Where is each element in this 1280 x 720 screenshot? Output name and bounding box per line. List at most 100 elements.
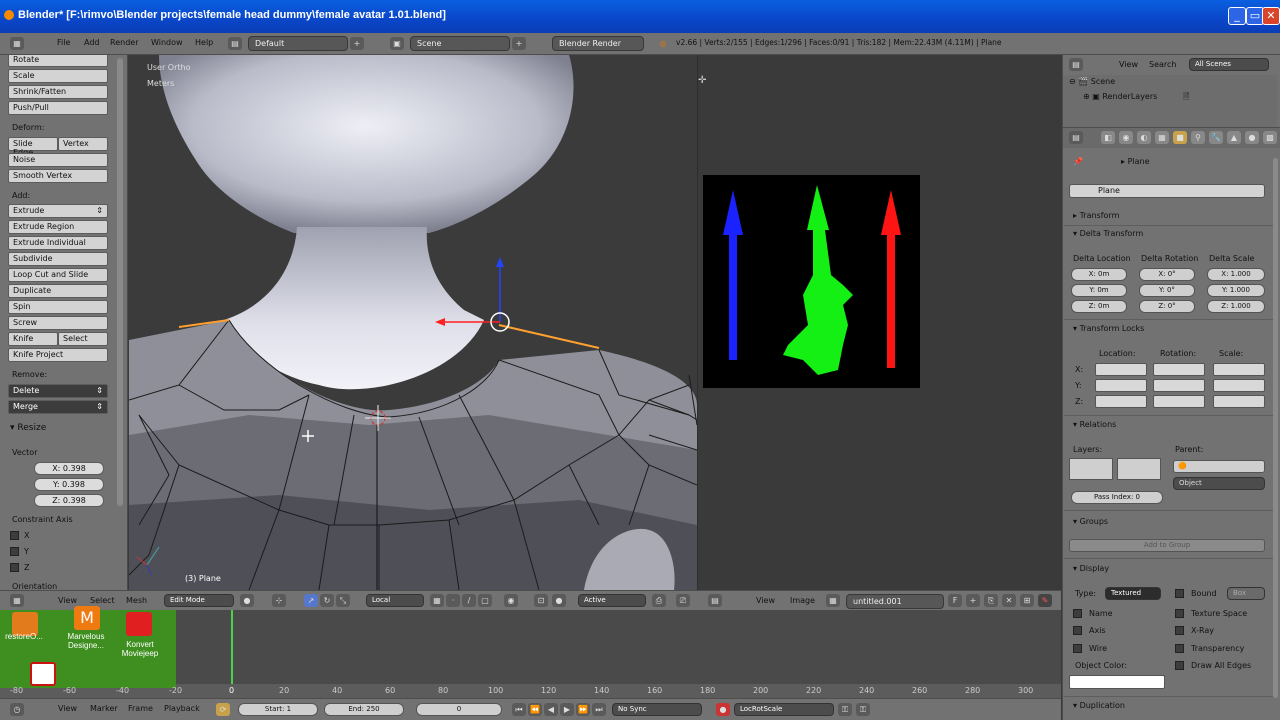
object-tab-icon[interactable]: ■ — [1173, 131, 1187, 144]
open-image-icon[interactable]: ⎘ — [984, 594, 998, 607]
display-type-dropdown[interactable]: Textured — [1105, 587, 1161, 600]
lock-rotation-z-toggle[interactable] — [1153, 395, 1205, 408]
scene-selector[interactable]: Scene — [410, 36, 510, 51]
scene-tree-item[interactable]: ⊖ 🎬 Scene — [1069, 77, 1115, 86]
pivot-icon[interactable]: ⊹ — [272, 594, 286, 607]
layout-icon[interactable]: ▤ — [228, 37, 242, 50]
xray-checkbox[interactable] — [1175, 626, 1184, 635]
delta-transform-panel-header[interactable]: ▾ Delta Transform — [1073, 229, 1143, 238]
lock-scale-y-toggle[interactable] — [1213, 379, 1265, 392]
menu-help[interactable]: Help — [195, 38, 213, 47]
parent-type-dropdown[interactable]: Object — [1173, 477, 1265, 490]
proportional-edit-icon[interactable]: ◉ — [504, 594, 518, 607]
constraints-tab-icon[interactable]: ⚲ — [1191, 131, 1205, 144]
image-view-menu[interactable]: View — [756, 596, 775, 605]
menu-window[interactable]: Window — [151, 38, 183, 47]
delta-location-y[interactable]: Y: 0m — [1071, 284, 1127, 297]
lock-location-z-toggle[interactable] — [1095, 395, 1147, 408]
layout-selector[interactable]: Default — [248, 36, 348, 51]
konvert-moviejeep-icon[interactable] — [126, 612, 152, 636]
timeline-marker-menu[interactable]: Marker — [90, 704, 118, 713]
timeline-playback-menu[interactable]: Playback — [164, 704, 200, 713]
extrude-region-button[interactable]: Extrude Region — [8, 220, 108, 234]
browse-image-icon[interactable]: ▦ — [826, 594, 840, 607]
area-split-icon[interactable]: ✛ — [698, 75, 706, 86]
image-menu[interactable]: Image — [790, 596, 815, 605]
vertex-select-icon[interactable]: · — [446, 594, 460, 607]
layer-grid-2[interactable] — [1117, 458, 1161, 480]
duplicate-button[interactable]: Duplicate — [8, 284, 108, 298]
render-engine-selector[interactable]: Blender Render — [552, 36, 644, 51]
lock-rotation-y-toggle[interactable] — [1153, 379, 1205, 392]
constraint-y-checkbox[interactable] — [10, 547, 19, 556]
face-select-icon[interactable]: ▢ — [478, 594, 492, 607]
loop-cut-button[interactable]: Loop Cut and Slide — [8, 268, 108, 282]
close-button[interactable]: ✕ — [1262, 7, 1280, 25]
modifiers-tab-icon[interactable]: 🔧 — [1209, 131, 1223, 144]
scene-tab-icon[interactable]: ◉ — [1119, 131, 1133, 144]
vector-x-field[interactable]: X: 0.398 — [34, 462, 104, 475]
outliner-search-menu[interactable]: Search — [1149, 60, 1176, 69]
delta-location-z[interactable]: Z: 0m — [1071, 300, 1127, 313]
layer-grid-1[interactable] — [1069, 458, 1113, 480]
add-layout-icon[interactable]: + — [350, 37, 364, 50]
constraint-x-checkbox[interactable] — [10, 531, 19, 540]
add-to-group-button[interactable]: Add to Group — [1069, 539, 1265, 552]
scale-button[interactable]: Scale — [8, 69, 108, 83]
layers-tab-icon[interactable]: ▦ — [1155, 131, 1169, 144]
delta-location-x[interactable]: X: 0m — [1071, 268, 1127, 281]
antivirus-shield-icon[interactable] — [30, 662, 56, 686]
3d-viewport[interactable]: User Ortho Meters (3) Plane — [129, 55, 697, 590]
lock-location-x-toggle[interactable] — [1095, 363, 1147, 376]
current-frame-line[interactable] — [231, 610, 233, 694]
render-icon[interactable]: ⎙ — [652, 594, 666, 607]
mode-selector[interactable]: Edit Mode — [164, 594, 234, 607]
image-name-field[interactable]: untitled.001 — [846, 594, 944, 609]
unlink-image-icon[interactable]: ✕ — [1002, 594, 1016, 607]
constraint-z-checkbox[interactable] — [10, 563, 19, 572]
layer-icon[interactable]: ▦ — [430, 594, 444, 607]
start-frame-field[interactable]: Start: 1 — [238, 703, 318, 716]
jump-start-icon[interactable]: ⏮ — [512, 703, 526, 716]
transform-locks-panel-header[interactable]: ▾ Transform Locks — [1073, 324, 1144, 333]
delta-rotation-z[interactable]: Z: 0° — [1139, 300, 1195, 313]
delta-rotation-y[interactable]: Y: 0° — [1139, 284, 1195, 297]
noise-button[interactable]: Noise — [8, 153, 108, 167]
display-wire-checkbox[interactable] — [1073, 644, 1082, 653]
draw-all-edges-checkbox[interactable] — [1175, 661, 1184, 670]
smooth-vertex-button[interactable]: Smooth Vertex — [8, 169, 108, 183]
play-reverse-icon[interactable]: ◀ — [544, 703, 558, 716]
fake-user-icon[interactable]: F — [948, 594, 962, 607]
material-tab-icon[interactable]: ● — [1245, 131, 1259, 144]
duplication-panel-header[interactable]: ▾ Duplication — [1073, 701, 1125, 710]
orientation-selector[interactable]: Local — [366, 594, 424, 607]
slide-edge-button[interactable]: Slide Edge — [8, 137, 58, 157]
knife-select-button[interactable]: Select — [58, 332, 108, 346]
outliner-editor-icon[interactable]: ▤ — [1069, 58, 1083, 71]
data-tab-icon[interactable]: ▲ — [1227, 131, 1241, 144]
knife-button[interactable]: Knife — [8, 332, 58, 346]
object-name-field[interactable]: Plane — [1069, 184, 1265, 198]
display-panel-header[interactable]: ▾ Display — [1073, 564, 1109, 573]
snap-element-icon[interactable]: ● — [552, 594, 566, 607]
delta-scale-y[interactable]: Y: 1.000 — [1207, 284, 1265, 297]
object-color-swatch[interactable] — [1069, 675, 1165, 689]
bounds-checkbox[interactable] — [1175, 589, 1184, 598]
transform-panel-header[interactable]: ▸ Transform — [1073, 211, 1119, 220]
jump-end-icon[interactable]: ⏭ — [592, 703, 606, 716]
merge-dropdown[interactable]: Merge ⇕ — [8, 400, 108, 414]
texture-space-checkbox[interactable] — [1175, 609, 1184, 618]
groups-panel-header[interactable]: ▾ Groups — [1073, 517, 1108, 526]
minimize-button[interactable]: _ — [1228, 7, 1246, 25]
outliner-display-mode[interactable]: All Scenes — [1189, 58, 1269, 71]
extrude-individual-button[interactable]: Extrude Individual — [8, 236, 108, 250]
delta-rotation-x[interactable]: X: 0° — [1139, 268, 1195, 281]
renderlayers-tree-item[interactable]: ⊕ ▣ RenderLayers — [1083, 92, 1157, 101]
vector-z-field[interactable]: Z: 0.398 — [34, 494, 104, 507]
manipulator-translate-icon[interactable]: ↗ — [304, 594, 318, 607]
slide-vertex-button[interactable]: Vertex — [58, 137, 108, 151]
viewport-select-menu[interactable]: Select — [90, 596, 115, 605]
world-tab-icon[interactable]: ◐ — [1137, 131, 1151, 144]
paint-mode-icon[interactable]: ✎ — [1038, 594, 1052, 607]
add-scene-icon[interactable]: + — [512, 37, 526, 50]
